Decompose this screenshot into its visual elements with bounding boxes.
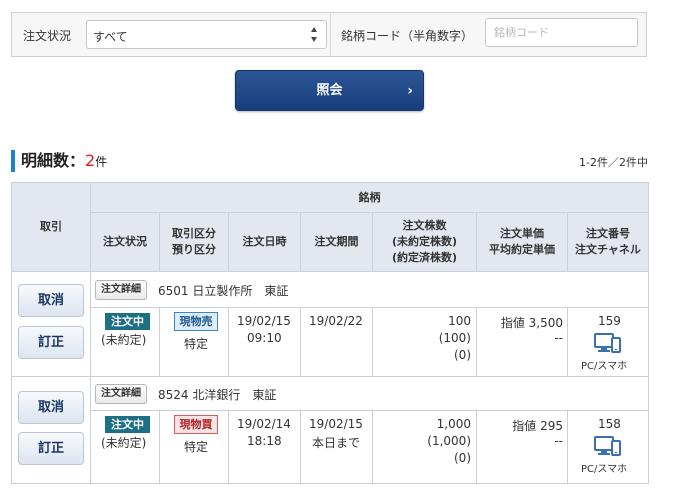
header-category-line2: 預り区分: [172, 243, 216, 256]
unfilled-shares: (1,000): [427, 434, 471, 448]
table-row-period-cell: 19/02/22: [301, 308, 373, 377]
order-number: 158: [598, 417, 621, 431]
order-channel: PC/スマホ: [581, 361, 628, 372]
pc-smartphone-icon: [594, 436, 621, 456]
table-row-datetime-cell: 19/02/14 18:18: [229, 411, 301, 483]
order-date: 19/02/15: [237, 314, 291, 328]
modify-button[interactable]: 訂正: [18, 326, 84, 359]
header-order-datetime-label: 注文日時: [242, 235, 287, 248]
updown-arrows-icon: [311, 27, 317, 42]
modify-button[interactable]: 訂正: [18, 432, 84, 465]
header-status: 注文状況: [91, 213, 160, 272]
order-shares: 100: [448, 314, 471, 328]
code-input[interactable]: [485, 18, 638, 47]
header-category: 取引区分 預り区分: [160, 213, 229, 272]
filled-shares: (0): [454, 451, 471, 465]
pc-smartphone-icon: [594, 333, 621, 353]
header-category-line1: 取引区分: [172, 227, 216, 240]
order-shares: 1,000: [436, 417, 471, 431]
stock-name: 8524 北洋銀行 東証: [158, 388, 277, 402]
status-sub: (未約定): [101, 333, 147, 347]
order-channel: PC/スマホ: [581, 464, 628, 475]
period-line2: 本日まで: [312, 436, 361, 450]
status-sub: (未約定): [101, 436, 147, 450]
header-order-datetime: 注文日時: [229, 213, 301, 272]
header-shares-line3: (約定済株数): [391, 251, 458, 264]
table-row-datetime-cell: 19/02/15 09:10: [229, 308, 301, 377]
table-row-category-cell: 現物売 特定: [160, 308, 229, 377]
table-row-price-cell: 指値 3,500 --: [477, 308, 568, 377]
avg-price: --: [554, 331, 563, 345]
table-row-orderno-cell: 158 PC/スマホ: [568, 411, 648, 483]
account-type: 特定: [184, 440, 209, 454]
table-row-trade-cell: 取消 訂正: [12, 272, 91, 377]
header-order-no-line1: 注文番号: [586, 227, 630, 240]
header-shares-line2: (未約定株数): [391, 235, 458, 248]
filter-divider: [330, 13, 331, 56]
status-badge: 注文中: [105, 313, 150, 330]
period-line1: 19/02/15: [309, 417, 363, 431]
header-order-no-line2: 注文チャネル: [575, 243, 641, 256]
order-detail-button[interactable]: 注文詳細: [95, 280, 147, 300]
account-type: 特定: [184, 337, 209, 351]
order-date: 19/02/14: [237, 417, 291, 431]
status-badge: 注文中: [105, 416, 150, 433]
table-row-stock-cell: 注文詳細 6501 日立製作所 東証: [91, 272, 648, 308]
filter-bar: 注文状況 すべて 銘柄コード（半角数字）: [11, 12, 647, 57]
order-price: 指値 295: [512, 419, 563, 433]
order-number: 159: [598, 314, 621, 328]
stock-name: 6501 日立製作所 東証: [158, 284, 289, 298]
code-filter-label: 銘柄コード（半角数字）: [341, 29, 474, 43]
order-time: 18:18: [247, 434, 282, 448]
search-button-label: 照会: [316, 83, 343, 98]
header-shares-line1: 注文株数: [402, 219, 447, 232]
table-row-status-cell: 注文中 (未約定): [91, 308, 160, 377]
avg-price: --: [554, 434, 563, 448]
header-status-label: 注文状況: [103, 235, 147, 248]
header-price-line1: 注文単価: [500, 227, 544, 240]
header-price: 注文単価 平均約定単価: [477, 213, 568, 272]
table-row-trade-cell: 取消 訂正: [12, 377, 91, 483]
result-count-heading: 明細数：2件: [11, 150, 107, 172]
order-table: 取引 銘柄 注文状況 取引区分 預り区分 注文日時 注文期間 注文株数 (未約定…: [11, 182, 649, 484]
cancel-button[interactable]: 取消: [18, 391, 84, 424]
table-row-orderno-cell: 159 PC/スマホ: [568, 308, 648, 377]
chevron-right-icon: ›: [407, 83, 413, 99]
header-order-no: 注文番号 注文チャネル: [568, 213, 648, 272]
period-line1: 19/02/22: [309, 314, 363, 328]
table-row-shares-cell: 1,000 (1,000) (0): [373, 411, 477, 483]
table-row-stock-cell: 注文詳細 8524 北洋銀行 東証: [91, 377, 648, 411]
status-select-value: すべて: [93, 30, 128, 44]
table-row-status-cell: 注文中 (未約定): [91, 411, 160, 483]
table-row-period-cell: 19/02/15 本日まで: [301, 411, 373, 483]
cancel-button[interactable]: 取消: [18, 284, 84, 317]
trade-type-badge: 現物売: [174, 312, 218, 331]
header-period: 注文期間: [301, 213, 373, 272]
result-count-unit: 件: [95, 155, 108, 169]
order-time: 09:10: [247, 331, 282, 345]
header-trade-label: 取引: [40, 220, 62, 233]
table-row-price-cell: 指値 295 --: [477, 411, 568, 483]
status-select[interactable]: すべて: [86, 20, 327, 49]
result-count-label: 明細数：: [21, 151, 86, 170]
unfilled-shares: (100): [438, 331, 471, 345]
filled-shares: (0): [454, 348, 471, 362]
header-price-line2: 平均約定単価: [489, 243, 555, 256]
order-price: 指値 3,500: [500, 316, 563, 330]
header-trade: 取引: [12, 183, 91, 272]
search-button[interactable]: 照会 ›: [235, 70, 424, 111]
result-count: 2: [85, 151, 96, 170]
table-row-category-cell: 現物買 特定: [160, 411, 229, 483]
header-shares: 注文株数 (未約定株数) (約定済株数): [373, 213, 477, 272]
header-stock-label: 銘柄: [358, 190, 381, 204]
header-stock: 銘柄: [91, 183, 648, 213]
trade-type-badge: 現物買: [174, 415, 218, 434]
paging-info: 1-2件／2件中: [579, 156, 648, 169]
header-period-label: 注文期間: [314, 235, 359, 248]
status-filter-label: 注文状況: [23, 29, 72, 43]
table-row-shares-cell: 100 (100) (0): [373, 308, 477, 377]
order-detail-button[interactable]: 注文詳細: [95, 384, 147, 404]
